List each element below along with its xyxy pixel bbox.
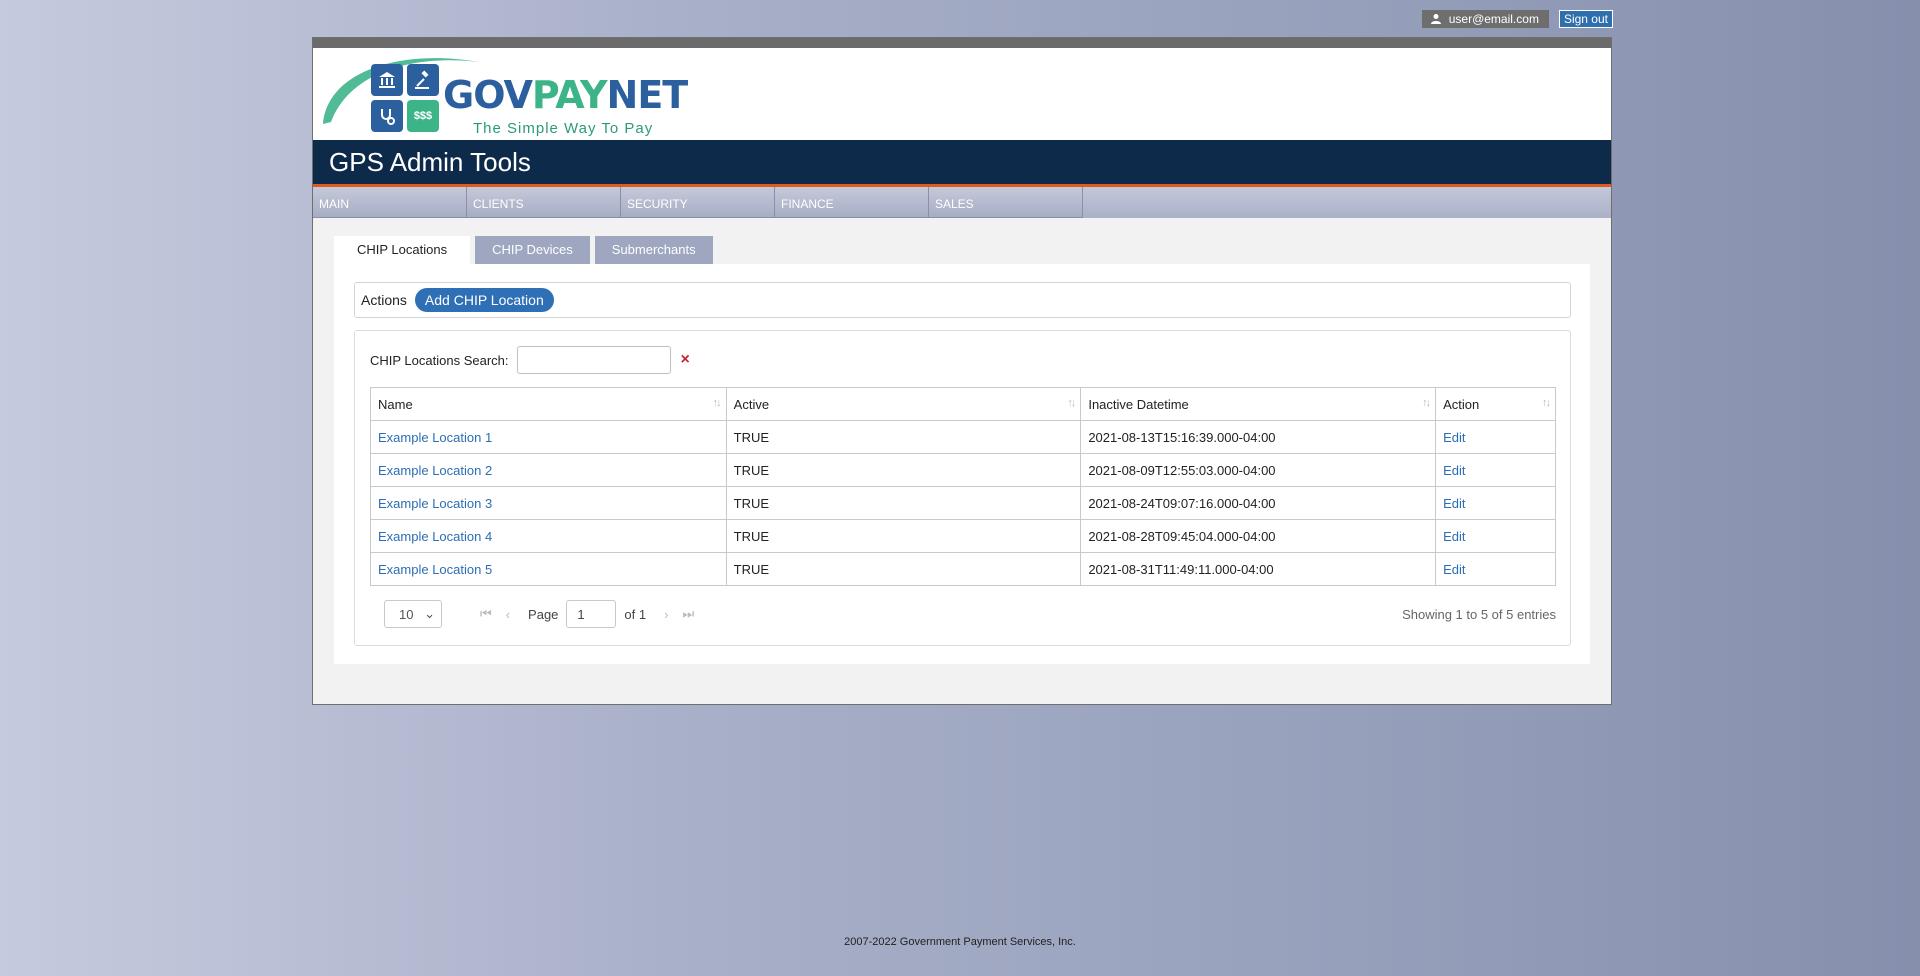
search-label: CHIP Locations Search:	[370, 352, 509, 368]
nav-item-security[interactable]: SECURITY	[621, 187, 775, 218]
table-row: Example Location 4 TRUE 2021-08-28T09:45…	[370, 519, 1556, 553]
inactive-datetime-cell: 2021-08-28T09:45:04.000-04:00	[1080, 519, 1437, 553]
logo-wordmark: GOVPAYNET	[443, 73, 688, 117]
tab-chip-devices[interactable]: CHIP Devices	[475, 236, 590, 264]
column-header-action[interactable]: Action ↑↓	[1435, 387, 1556, 421]
edit-link[interactable]: Edit	[1443, 463, 1465, 478]
active-cell: TRUE	[725, 453, 1082, 487]
user-icon	[1430, 13, 1442, 25]
sign-out-button[interactable]: Sign out	[1558, 10, 1613, 28]
inactive-datetime-cell: 2021-08-31T11:49:11.000-04:00	[1080, 552, 1437, 586]
user-bar: user@email.com Sign out	[1421, 10, 1613, 28]
sort-icon: ↑↓	[1422, 397, 1431, 409]
logo-area: $$$ GOVPAYNET The Simple Way To Pay	[313, 48, 1611, 140]
gavel-icon	[407, 64, 439, 96]
user-email: user@email.com	[1448, 12, 1539, 26]
active-cell: TRUE	[725, 552, 1082, 586]
location-name-link[interactable]: Example Location 4	[378, 529, 492, 544]
add-chip-location-button[interactable]: Add CHIP Location	[414, 288, 554, 312]
tab-bar: CHIP Locations CHIP Devices Submerchants	[334, 236, 1590, 264]
content-area: CHIP Locations CHIP Devices Submerchants…	[334, 236, 1590, 664]
column-header-name[interactable]: Name ↑↓	[370, 387, 727, 421]
sort-icon: ↑↓	[1067, 397, 1076, 409]
page-of-label: of 1	[624, 606, 647, 622]
bank-icon	[371, 64, 403, 96]
footer-copyright: 2007-2022 Government Payment Services, I…	[844, 936, 1076, 948]
sort-icon: ↑↓	[1542, 397, 1551, 409]
search-row: CHIP Locations Search: ×	[370, 346, 690, 374]
table-header-row: Name ↑↓ Active ↑↓ Inactive Datetime ↑↓ Acti…	[370, 387, 1556, 421]
app-title: GPS Admin Tools	[313, 140, 1611, 187]
locations-table: Name ↑↓ Active ↑↓ Inactive Datetime ↑↓ Acti…	[370, 387, 1556, 586]
last-page-icon[interactable]: ⏭	[682, 606, 694, 622]
nav-item-sales[interactable]: SALES	[929, 187, 1083, 218]
prev-page-icon[interactable]: ‹	[506, 607, 510, 622]
page-label: Page	[528, 606, 559, 622]
stethoscope-icon	[371, 100, 403, 132]
locations-grid-panel: CHIP Locations Search: × Name ↑↓ Active ↑↓…	[354, 330, 1571, 646]
column-header-active[interactable]: Active ↑↓	[725, 387, 1082, 421]
actions-label: Actions	[361, 292, 407, 308]
next-page-icon[interactable]: ›	[664, 607, 668, 622]
tab-chip-locations[interactable]: CHIP Locations	[334, 236, 471, 264]
main-nav: MAIN CLIENTS SECURITY FINANCE SALES	[313, 187, 1611, 218]
edit-link[interactable]: Edit	[1443, 496, 1465, 511]
edit-link[interactable]: Edit	[1443, 562, 1465, 577]
tab-submerchants[interactable]: Submerchants	[594, 236, 713, 264]
sort-icon: ↑↓	[712, 397, 722, 409]
column-header-inactive-datetime[interactable]: Inactive Datetime ↑↓	[1080, 387, 1437, 421]
page-size-select[interactable]: 10 ⌄	[384, 600, 442, 628]
first-page-icon[interactable]: ⏮	[480, 606, 492, 622]
nav-item-main[interactable]: MAIN	[313, 187, 467, 218]
frame-top-bar	[313, 38, 1611, 48]
clear-search-icon[interactable]: ×	[681, 351, 690, 369]
logo-tagline: The Simple Way To Pay	[473, 120, 654, 137]
inactive-datetime-cell: 2021-08-13T15:16:39.000-04:00	[1080, 420, 1437, 454]
tab-panel: Actions Add CHIP Location CHIP Locations…	[334, 264, 1590, 664]
active-cell: TRUE	[725, 486, 1082, 520]
money-icon: $$$	[407, 100, 439, 132]
inactive-datetime-cell: 2021-08-24T09:07:16.000-04:00	[1080, 486, 1437, 520]
logo-icon-grid: $$$	[371, 64, 441, 134]
nav-item-finance[interactable]: FINANCE	[775, 187, 929, 218]
actions-bar: Actions Add CHIP Location	[354, 282, 1571, 318]
search-input[interactable]	[516, 346, 671, 374]
nav-item-clients[interactable]: CLIENTS	[467, 187, 621, 218]
edit-link[interactable]: Edit	[1443, 430, 1465, 445]
entries-summary: Showing 1 to 5 of 5 entries	[1402, 606, 1556, 622]
pagination-bar: 10 ⌄ ⏮ ‹ Page of 1 › ⏭ Showing 1 to 5 of…	[370, 599, 1556, 629]
chevron-down-icon: ⌄	[424, 606, 435, 621]
inactive-datetime-cell: 2021-08-09T12:55:03.000-04:00	[1080, 453, 1437, 487]
table-row: Example Location 1 TRUE 2021-08-13T15:16…	[370, 420, 1556, 454]
table-row: Example Location 3 TRUE 2021-08-24T09:07…	[370, 486, 1556, 520]
main-frame: $$$ GOVPAYNET The Simple Way To Pay GPS …	[312, 37, 1612, 705]
user-chip[interactable]: user@email.com	[1421, 10, 1549, 28]
active-cell: TRUE	[725, 519, 1082, 553]
page-number-input[interactable]	[566, 600, 617, 628]
location-name-link[interactable]: Example Location 3	[378, 496, 492, 511]
edit-link[interactable]: Edit	[1443, 529, 1465, 544]
active-cell: TRUE	[725, 420, 1082, 454]
table-row: Example Location 2 TRUE 2021-08-09T12:55…	[370, 453, 1556, 487]
table-row: Example Location 5 TRUE 2021-08-31T11:49…	[370, 552, 1556, 586]
location-name-link[interactable]: Example Location 1	[378, 430, 492, 445]
location-name-link[interactable]: Example Location 2	[378, 463, 492, 478]
location-name-link[interactable]: Example Location 5	[378, 562, 492, 577]
